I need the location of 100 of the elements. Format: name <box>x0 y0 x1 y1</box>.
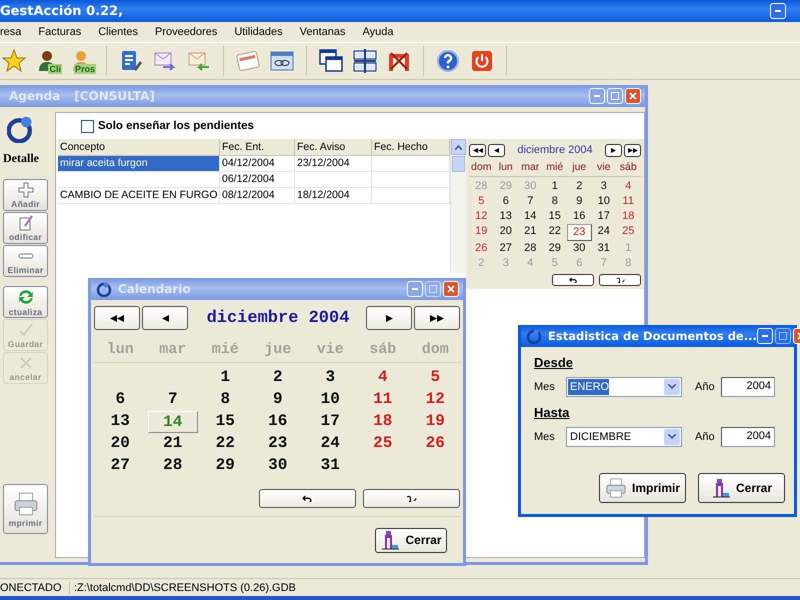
close-button[interactable] <box>625 88 641 104</box>
calendar-day[interactable]: 18 <box>356 411 409 433</box>
calendar-day[interactable]: 19 <box>409 411 462 433</box>
side-button[interactable]: odificar <box>3 212 48 244</box>
undo-button[interactable] <box>259 489 356 508</box>
next-month-button[interactable] <box>366 306 412 330</box>
calendar-day[interactable]: 8 <box>199 389 252 411</box>
calendar-day[interactable]: 9 <box>567 194 592 209</box>
menu-item[interactable]: Facturas <box>38 26 90 38</box>
previous-month-button[interactable] <box>488 144 505 156</box>
calendar-day[interactable]: 22 <box>542 224 567 241</box>
calendar-day[interactable]: 18 <box>616 209 640 224</box>
side-button[interactable]: mprimir <box>3 484 48 534</box>
calendar-day[interactable]: 21 <box>146 433 199 455</box>
year-field[interactable]: 2004 <box>721 376 775 396</box>
close-dialog-button[interactable]: Cerrar <box>698 473 785 503</box>
calendar-day[interactable]: 16 <box>567 209 592 224</box>
undo-button[interactable] <box>552 274 594 286</box>
checkbox[interactable] <box>81 120 94 132</box>
column-header[interactable]: Concepto <box>58 139 220 156</box>
calendar-day[interactable]: 22 <box>199 433 252 455</box>
next-month-button[interactable] <box>605 144 622 156</box>
column-header[interactable]: Fec. Aviso <box>295 139 372 156</box>
calendar-day[interactable]: 29 <box>542 241 567 256</box>
calendar-day[interactable]: 24 <box>592 224 616 241</box>
calendar-day[interactable]: 28 <box>518 241 542 256</box>
calendar-day[interactable]: 24 <box>304 433 356 455</box>
calendar-day[interactable]: 11 <box>616 194 640 209</box>
month-dropdown[interactable]: ENERO <box>566 376 682 396</box>
calendar-day[interactable]: 13 <box>94 411 146 433</box>
calendar-day[interactable]: 1 <box>199 367 252 389</box>
calendar-day[interactable]: 30 <box>252 455 304 477</box>
calendar-day[interactable]: 12 <box>409 389 462 411</box>
calendar-day[interactable]: 30 <box>567 241 592 256</box>
month-dropdown[interactable]: DICIEMBRE <box>566 426 682 446</box>
year-field[interactable]: 2004 <box>721 426 775 446</box>
side-button[interactable]: Añadir <box>3 179 48 211</box>
calendar-day[interactable]: 5 <box>409 367 462 389</box>
calendar-day[interactable]: 15 <box>542 209 567 224</box>
calendar-day[interactable]: 16 <box>252 411 304 433</box>
calendar-day[interactable]: 20 <box>94 433 146 455</box>
column-header[interactable]: Fec. Ent. <box>220 139 295 156</box>
calendar-day[interactable]: 12 <box>469 209 494 224</box>
menu-item[interactable]: Ventanas <box>300 26 355 38</box>
calendar-day[interactable]: 23 <box>567 224 592 241</box>
side-button[interactable]: ctualiza <box>3 286 48 318</box>
calendar-day[interactable]: 31 <box>592 241 616 256</box>
calendar-day[interactable]: 7 <box>146 389 199 411</box>
toolbar-button[interactable]: Pros <box>68 46 96 76</box>
redo-button[interactable] <box>599 274 641 286</box>
calendar-day[interactable]: 27 <box>494 241 518 256</box>
calendar-day[interactable]: 4 <box>616 179 640 194</box>
calendar-day[interactable]: 3 <box>592 179 616 194</box>
redo-button[interactable] <box>363 489 460 508</box>
menu-item[interactable]: resa <box>0 26 30 38</box>
menu-item[interactable]: Utilidades <box>234 26 292 38</box>
calendar-day[interactable]: 15 <box>199 411 252 433</box>
close-button[interactable] <box>443 281 459 297</box>
print-button[interactable]: Imprimir <box>599 473 686 503</box>
next-year-button[interactable] <box>624 144 641 156</box>
toolbar-button[interactable] <box>351 46 379 76</box>
calendar-day[interactable]: 25 <box>616 224 640 241</box>
calendar-day[interactable]: 20 <box>494 224 518 241</box>
calendar-day[interactable]: 13 <box>494 209 518 224</box>
calendar-day[interactable]: 28 <box>146 455 199 477</box>
calendar-day[interactable]: 8 <box>542 194 567 209</box>
calendar-day[interactable]: 10 <box>592 194 616 209</box>
scrollbar[interactable] <box>450 139 466 273</box>
menu-item[interactable]: Clientes <box>98 26 147 38</box>
calendar-day[interactable]: 26 <box>409 433 462 455</box>
column-header[interactable]: Fec. Hecho <box>372 139 450 156</box>
close-dialog-button[interactable]: Cerrar <box>375 528 447 552</box>
calendar-day[interactable]: 10 <box>304 389 356 411</box>
menu-item[interactable]: Ayuda <box>362 26 403 38</box>
calendar-day[interactable]: 14 <box>518 209 542 224</box>
next-year-button[interactable] <box>414 306 460 330</box>
calendar-day[interactable]: 9 <box>252 389 304 411</box>
calendar-day[interactable]: 6 <box>494 194 518 209</box>
calendar-day[interactable]: 7 <box>518 194 542 209</box>
previous-month-button[interactable] <box>142 306 188 330</box>
calendar-day[interactable]: 2 <box>252 367 304 389</box>
calendar-day[interactable]: 29 <box>199 455 252 477</box>
calendar-day[interactable]: 4 <box>356 367 409 389</box>
calendar-day[interactable]: 3 <box>304 367 356 389</box>
side-button[interactable]: Eliminar <box>3 245 48 277</box>
previous-year-button[interactable] <box>94 306 140 330</box>
calendar-day[interactable]: 11 <box>356 389 409 411</box>
calendar-day[interactable]: 27 <box>94 455 146 477</box>
calendar-day[interactable]: 14 <box>148 411 198 433</box>
calendar-day[interactable]: 1 <box>542 179 567 194</box>
calendar-day[interactable]: 21 <box>518 224 542 241</box>
minimize-button[interactable] <box>770 3 786 19</box>
maximize-button[interactable] <box>774 328 791 344</box>
calendar-day[interactable]: 23 <box>252 433 304 455</box>
menu-item[interactable]: Proveedores <box>154 26 226 38</box>
calendar-day[interactable]: 17 <box>304 411 356 433</box>
calendar-day[interactable]: 2 <box>567 179 592 194</box>
minimize-button[interactable] <box>756 328 773 344</box>
calendar-day[interactable]: 25 <box>356 433 409 455</box>
toolbar-button[interactable]: Cli <box>34 46 62 76</box>
